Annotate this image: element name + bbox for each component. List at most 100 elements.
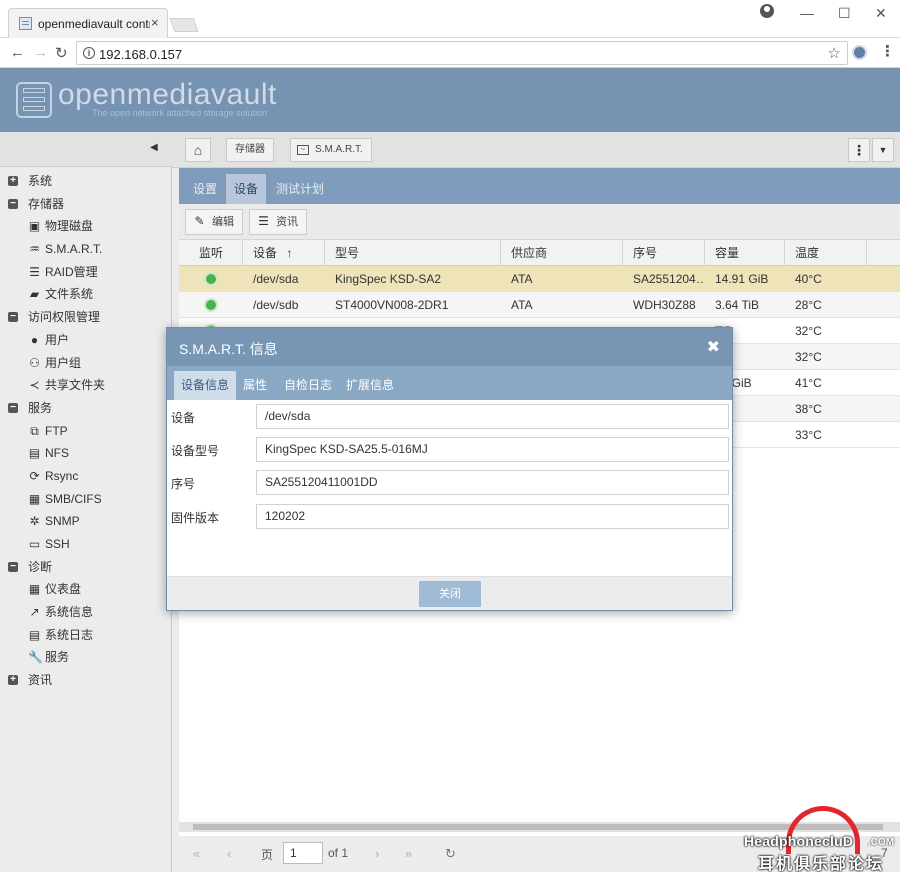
- home-icon[interactable]: ⌂: [185, 138, 211, 162]
- col-capacity[interactable]: 容量: [705, 240, 785, 266]
- sidebar-item[interactable]: ✲ SNMP: [0, 510, 172, 533]
- nav-group[interactable]: − 存储器: [0, 193, 172, 216]
- sidebar-item[interactable]: ▦ 仪表盘: [0, 578, 172, 601]
- sidebar-item[interactable]: ▰ 文件系统: [0, 283, 172, 306]
- sidebar-item[interactable]: ▦ SMB/CIFS: [0, 488, 172, 511]
- cell-serial: SA2551204…: [633, 272, 705, 286]
- new-tab-button[interactable]: [169, 18, 199, 32]
- field-serial: 序号 SA255120411001DD: [167, 468, 732, 496]
- field-firmware: 固件版本 120202: [167, 502, 732, 530]
- minus-icon: −: [8, 198, 18, 209]
- collapse-left-icon[interactable]: ◀: [150, 142, 158, 153]
- bookmark-star-icon[interactable]: ☆: [828, 44, 841, 62]
- last-page-icon[interactable]: »: [405, 846, 412, 861]
- sidebar-item[interactable]: ▤ NFS: [0, 442, 172, 465]
- sidebar-item[interactable]: ▤ 系统日志: [0, 624, 172, 647]
- logo-text: openmediavault: [58, 78, 277, 111]
- minus-icon: −: [8, 402, 18, 413]
- serial-field[interactable]: SA255120411001DD: [256, 470, 729, 495]
- first-page-icon[interactable]: «: [193, 846, 200, 861]
- sidebar-item[interactable]: ♒ S.M.A.R.T.: [0, 238, 172, 261]
- ftp-icon: ⧉: [30, 423, 39, 438]
- tab-settings[interactable]: 设置: [185, 174, 225, 204]
- smb-icon: ▦: [28, 491, 41, 506]
- folder-icon: ▰: [29, 287, 40, 302]
- close-button[interactable]: 关闭: [419, 581, 481, 607]
- info-button[interactable]: ☰ 资讯: [249, 209, 307, 235]
- col-serial[interactable]: 序号: [623, 240, 705, 266]
- sidebar-item-label: 物理磁盘: [45, 219, 94, 234]
- sidebar-item[interactable]: ☰ RAID管理: [0, 261, 172, 284]
- firmware-field[interactable]: 120202: [256, 504, 729, 529]
- tab-extended-info[interactable]: 扩展信息: [339, 371, 401, 400]
- tab-device-info[interactable]: 设备信息: [174, 371, 237, 400]
- browser-tabstrip: openmediavault control panel × — ☐ ✕: [0, 0, 900, 38]
- window-close-button[interactable]: ✕: [875, 5, 887, 22]
- sidebar-item-label: 仪表盘: [45, 582, 82, 597]
- breadcrumb-smart[interactable]: ~ S.M.A.R.T.: [290, 138, 372, 162]
- sidebar-item-label: 共享文件夹: [45, 378, 106, 393]
- plus-icon: +: [8, 176, 18, 186]
- cell-temp: 38°C: [795, 402, 822, 416]
- model-field[interactable]: KingSpec KSD-SA25.5-016MJ: [256, 437, 729, 462]
- cell-temp: 32°C: [795, 324, 822, 338]
- profile-icon[interactable]: [760, 4, 774, 18]
- page-number-input[interactable]: 1: [283, 842, 323, 864]
- browser-menu-icon[interactable]: ⋮: [880, 42, 895, 60]
- extension-icon[interactable]: [852, 45, 867, 60]
- refresh-icon[interactable]: ↻: [445, 846, 456, 862]
- log-icon: ▤: [28, 627, 41, 642]
- col-monitor[interactable]: 监听: [179, 240, 243, 266]
- site-info-icon[interactable]: i: [83, 47, 95, 59]
- sidebar-item[interactable]: ↗ 系统信息: [0, 601, 172, 624]
- browser-tab[interactable]: openmediavault control panel ×: [8, 8, 168, 38]
- sidebar-item[interactable]: ● 用户: [0, 329, 172, 352]
- window-minimize-button[interactable]: —: [800, 5, 814, 21]
- edit-button[interactable]: ✎ 编辑: [185, 209, 243, 235]
- reload-icon[interactable]: ↻: [55, 44, 68, 62]
- sidebar-item[interactable]: ⧉ FTP: [0, 420, 172, 443]
- close-icon[interactable]: ✖: [707, 337, 720, 357]
- users-icon: ⚇: [29, 355, 40, 370]
- nav-group[interactable]: − 诊断: [0, 556, 172, 579]
- next-page-icon[interactable]: ›: [375, 846, 379, 861]
- window-maximize-button[interactable]: ☐: [838, 5, 851, 22]
- tab-close-icon[interactable]: ×: [151, 15, 159, 30]
- sidebar-item[interactable]: 🔧 服务: [0, 646, 172, 669]
- forward-arrow-icon[interactable]: →: [33, 44, 48, 61]
- sidebar-item[interactable]: ▭ SSH: [0, 533, 172, 556]
- tab-attributes[interactable]: 属性: [236, 371, 274, 400]
- address-bar-row: ← → ↻ i 192.168.0.157 ☆ ⋮: [0, 38, 900, 68]
- col-temperature[interactable]: 温度: [785, 240, 867, 266]
- minus-icon: −: [8, 561, 18, 572]
- sidebar-item-label: 服务: [45, 650, 70, 665]
- back-arrow-icon[interactable]: ←: [10, 44, 25, 61]
- col-device[interactable]: 设备 ↑: [243, 240, 325, 266]
- col-model[interactable]: 型号: [325, 240, 501, 266]
- info-button-label: 资讯: [276, 216, 298, 228]
- cell-device: /dev/sdb: [253, 298, 299, 312]
- tab-selftest-log[interactable]: 自检日志: [277, 371, 339, 400]
- prev-page-icon[interactable]: ‹: [227, 846, 231, 861]
- url-input[interactable]: i 192.168.0.157 ☆: [76, 41, 848, 65]
- table-row[interactable]: /dev/sdb ST4000VN008-2DR1 ATA WDH30Z88 3.64 …: [179, 292, 900, 318]
- sidebar-item[interactable]: ≺ 共享文件夹: [0, 374, 172, 397]
- device-field[interactable]: /dev/sda: [256, 404, 729, 429]
- tab-devices[interactable]: 设备: [226, 174, 267, 204]
- sidebar-item[interactable]: ⟳ Rsync: [0, 465, 172, 488]
- sidebar-item[interactable]: ⚇ 用户组: [0, 352, 172, 375]
- tab-schedule[interactable]: 测试计划: [268, 174, 332, 204]
- table-row[interactable]: /dev/sda KingSpec KSD-SA2 ATA SA2551204… 14.…: [179, 266, 900, 292]
- nav-group[interactable]: + 资讯: [0, 669, 172, 692]
- nav-group[interactable]: − 访问权限管理: [0, 306, 172, 329]
- nav-group[interactable]: + 系统: [0, 170, 172, 193]
- nav-group[interactable]: − 服务: [0, 397, 172, 420]
- disk-icon: ▣: [28, 219, 41, 234]
- cell-capacity: 14.91 GiB: [715, 272, 769, 286]
- chevron-down-icon[interactable]: ▼: [872, 138, 894, 162]
- breadcrumb-storage[interactable]: 存储器: [226, 138, 274, 162]
- sidebar-item[interactable]: ▣ 物理磁盘: [0, 215, 172, 238]
- more-options-icon[interactable]: ⋮: [848, 138, 870, 162]
- col-vendor[interactable]: 供应商: [501, 240, 623, 266]
- sidebar-item-label: SNMP: [45, 514, 80, 529]
